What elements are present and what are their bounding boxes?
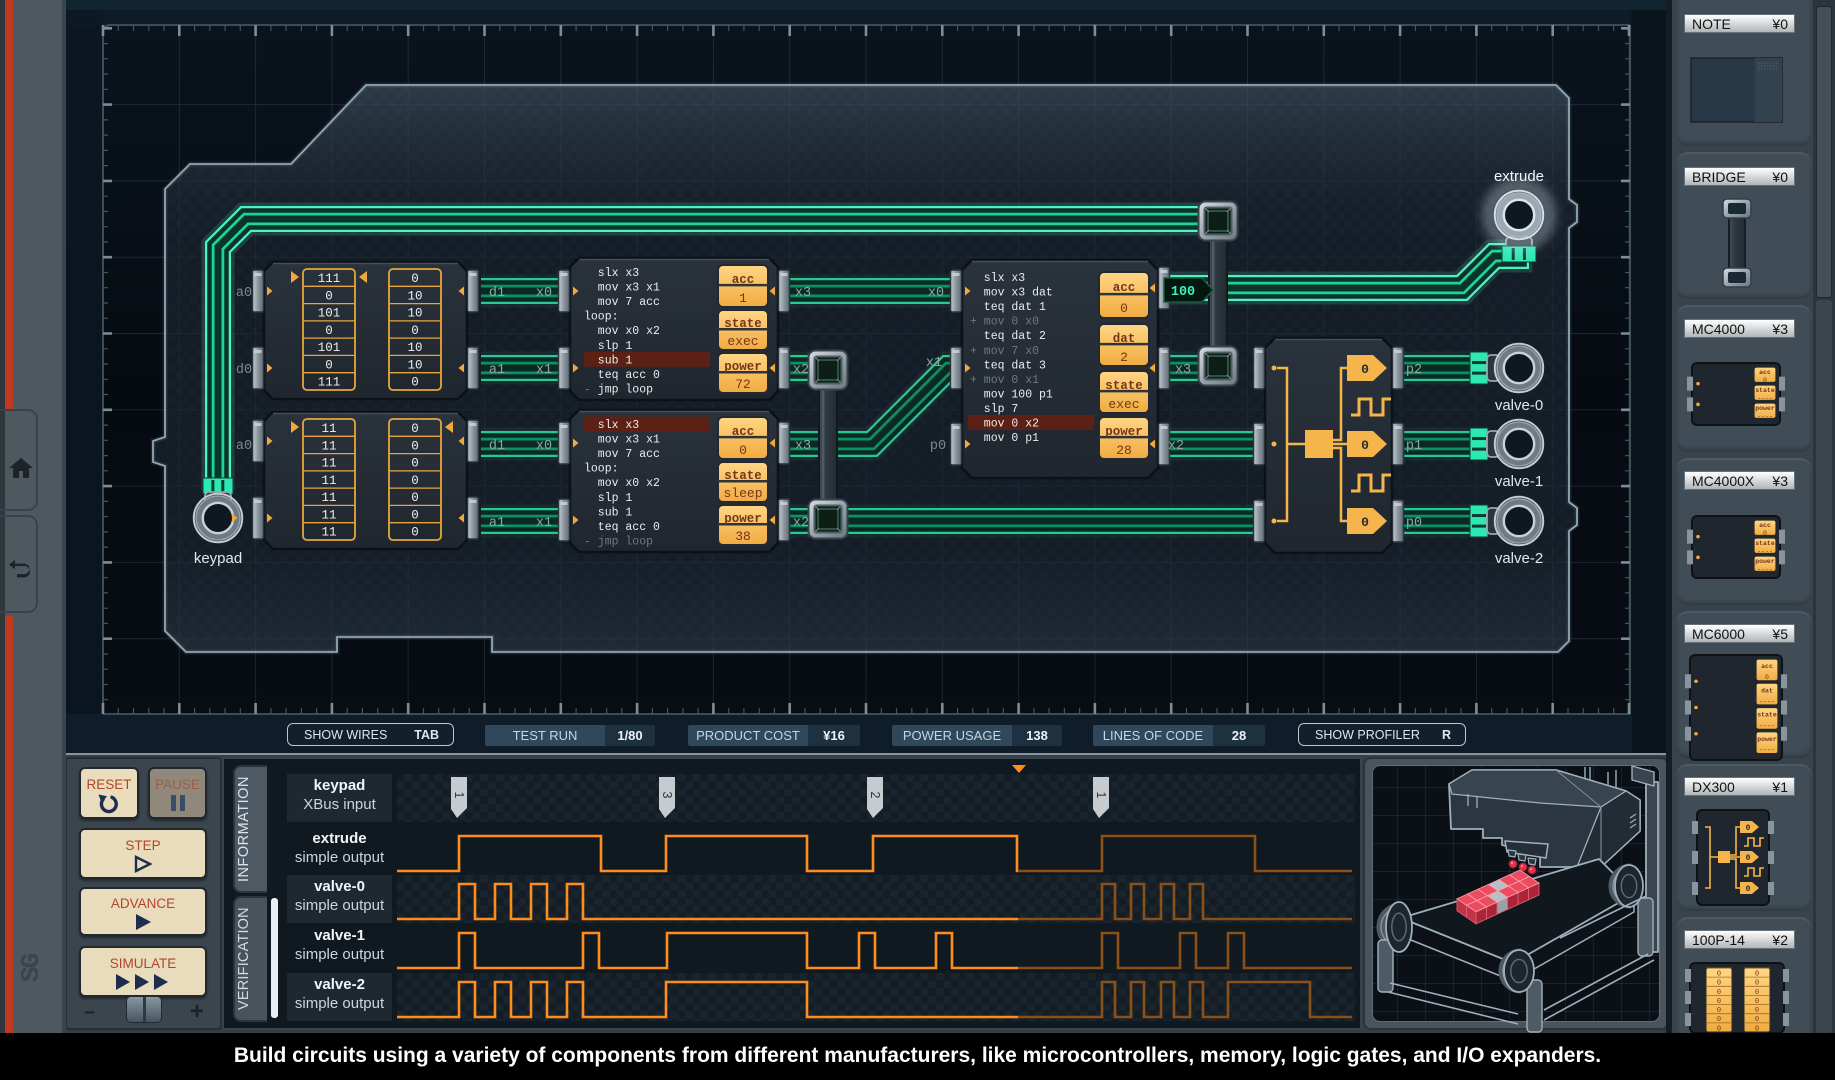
svg-text:state: state	[1755, 387, 1775, 394]
svg-text:----: ----	[1757, 548, 1773, 555]
svg-text:----: ----	[1757, 413, 1773, 420]
svg-text:power: power	[1755, 405, 1775, 412]
svg-text:----: ----	[1759, 747, 1775, 754]
svg-text:state: state	[1757, 712, 1777, 719]
svg-text:----: ----	[1759, 698, 1775, 705]
svg-text:acc: acc	[1761, 663, 1773, 670]
svg-text:state: state	[1755, 540, 1775, 547]
svg-text:----: ----	[1759, 722, 1775, 729]
svg-text:power: power	[1757, 736, 1777, 743]
svg-text:acc: acc	[1759, 369, 1771, 376]
svg-text:----: ----	[1757, 566, 1773, 573]
svg-text:0: 0	[1746, 854, 1751, 863]
svg-text:power: power	[1755, 558, 1775, 565]
svg-text:0: 0	[1763, 530, 1767, 537]
svg-text:0: 0	[1765, 674, 1769, 681]
svg-text:0: 0	[1763, 377, 1767, 384]
svg-text:0: 0	[1746, 824, 1751, 833]
svg-text:dat: dat	[1761, 687, 1773, 694]
svg-text:acc: acc	[1759, 522, 1771, 529]
svg-text:0: 0	[1746, 885, 1751, 894]
svg-text:----: ----	[1757, 395, 1773, 402]
